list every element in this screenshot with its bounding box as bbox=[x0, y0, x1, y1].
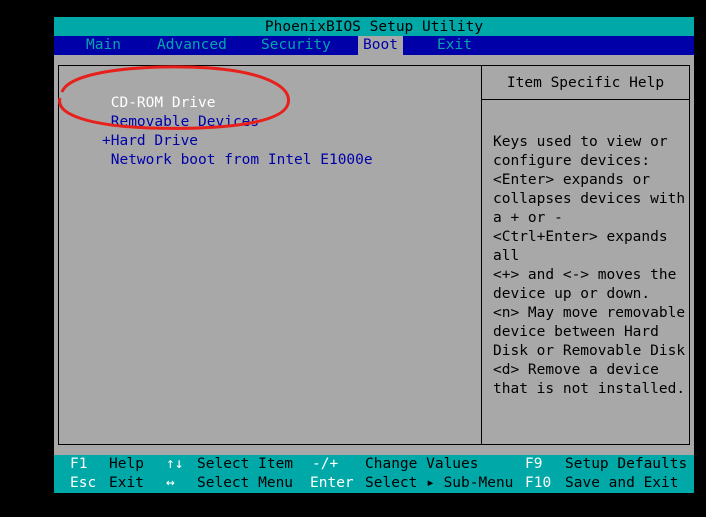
window-title: PhoenixBIOS Setup Utility bbox=[54, 17, 694, 36]
help-line: that is not installed. bbox=[493, 381, 686, 397]
boot-item-network[interactable]: Network boot from Intel E1000e bbox=[102, 151, 373, 170]
footer-key-leftright: ↔ bbox=[166, 475, 175, 491]
footer-key-f10: F10 bbox=[525, 475, 552, 491]
footer-key-f9: F9 bbox=[525, 456, 543, 472]
help-line: Keys used to view or bbox=[493, 134, 668, 150]
boot-item-cdrom[interactable]: CD-ROM Drive bbox=[102, 94, 216, 113]
help-line: Disk or Removable Disk bbox=[493, 343, 686, 359]
help-line: configure devices: bbox=[493, 153, 651, 169]
help-line: a + or - bbox=[493, 210, 563, 226]
help-line: all bbox=[493, 248, 520, 264]
footer-desc-select-menu: Select Menu bbox=[197, 475, 294, 491]
footer-desc-select-submenu: Select ▸ Sub-Menu bbox=[365, 475, 514, 491]
footer-key-enter: Enter bbox=[310, 475, 354, 491]
footer-desc-setup-defaults: Setup Defaults bbox=[565, 456, 688, 472]
help-line: <Ctrl+Enter> expands bbox=[493, 229, 668, 245]
help-line: <Enter> expands or bbox=[493, 172, 651, 188]
footer-key-minus-plus: -/+ bbox=[312, 456, 339, 472]
footer-key-esc: Esc bbox=[70, 475, 97, 491]
menu-bar: Main Advanced Security Boot Exit bbox=[54, 36, 694, 55]
footer-desc-save-exit: Save and Exit bbox=[565, 475, 679, 491]
menu-boot[interactable]: Boot bbox=[358, 36, 403, 55]
footer-desc-select-item: Select Item bbox=[197, 456, 294, 472]
help-text: Keys used to view or configure devices: … bbox=[493, 133, 686, 399]
menu-exit[interactable]: Exit bbox=[434, 36, 475, 55]
help-line: <+> and <-> moves the bbox=[493, 267, 677, 283]
footer-desc-exit: Exit bbox=[109, 475, 144, 491]
footer-key-updown: ↑↓ bbox=[166, 456, 184, 472]
help-line: collapses devices with bbox=[493, 191, 686, 207]
help-separator bbox=[482, 99, 689, 100]
help-line: device between Hard bbox=[493, 324, 659, 340]
footer-key-f1: F1 bbox=[70, 456, 88, 472]
menu-main[interactable]: Main bbox=[83, 36, 124, 55]
footer-desc-help: Help bbox=[109, 456, 144, 472]
footer-desc-change-values: Change Values bbox=[365, 456, 479, 472]
help-line: <d> Remove a device bbox=[493, 362, 659, 378]
footer-key-legend: F1 Help ↑↓ Select Item -/+ Change Values… bbox=[54, 455, 694, 493]
help-title: Item Specific Help bbox=[506, 75, 665, 91]
panel-divider bbox=[481, 65, 482, 445]
menu-security[interactable]: Security bbox=[258, 36, 334, 55]
boot-item-removable[interactable]: Removable Devices bbox=[102, 113, 259, 132]
menu-advanced[interactable]: Advanced bbox=[154, 36, 230, 55]
boot-item-hard-drive[interactable]: +Hard Drive bbox=[102, 132, 198, 151]
bios-screen: PhoenixBIOS Setup Utility Main Advanced … bbox=[54, 17, 694, 493]
help-line: device up or down. bbox=[493, 286, 651, 302]
help-line: <n> May move removable bbox=[493, 305, 686, 321]
